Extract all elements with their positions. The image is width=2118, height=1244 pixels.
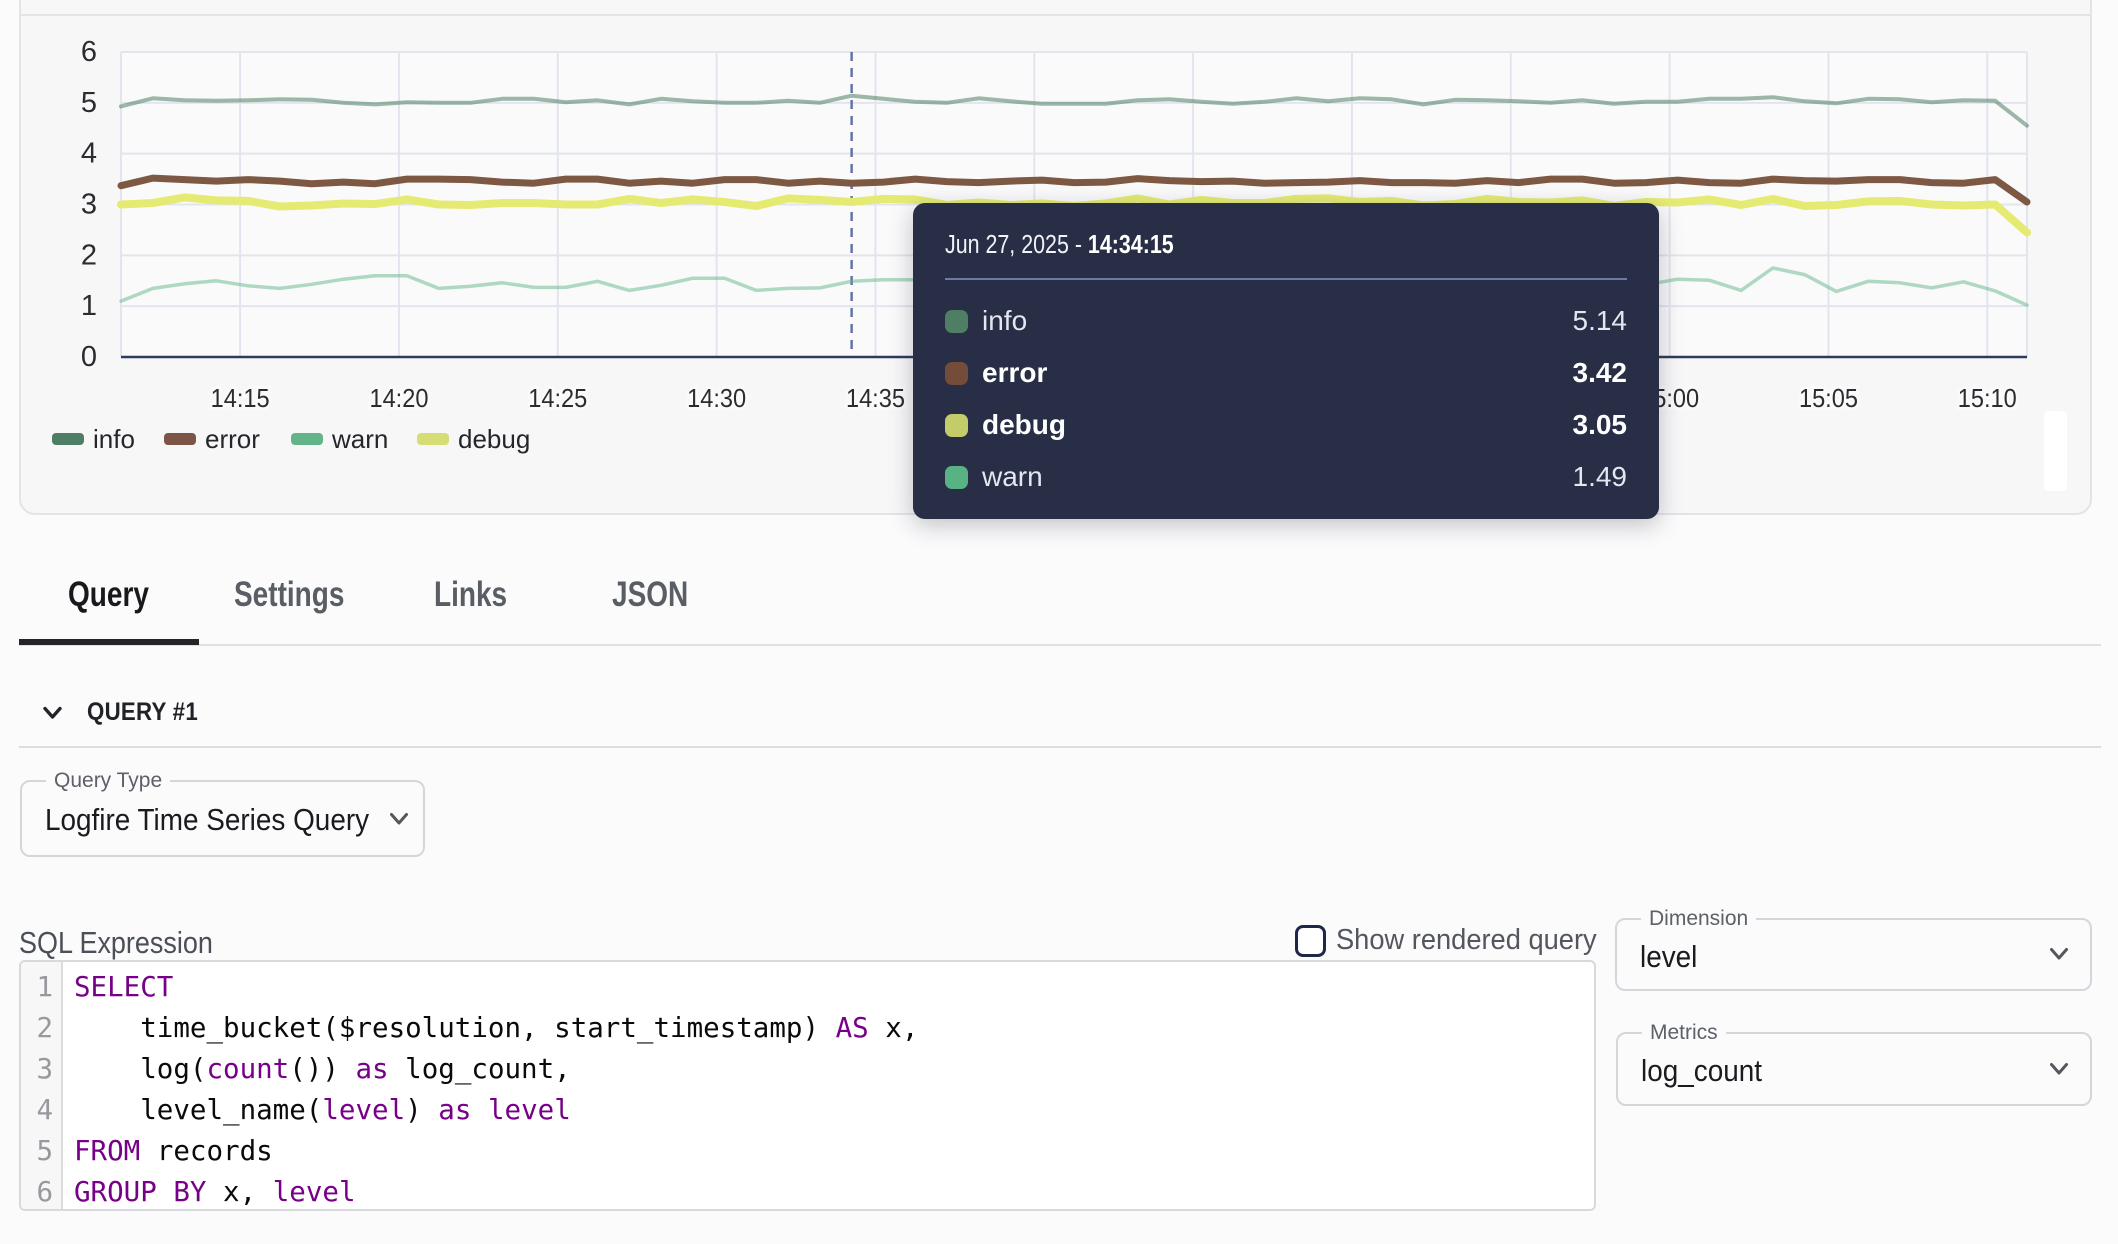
tooltip-timestamp: Jun 27, 2025 - 14:34:15	[945, 231, 1518, 260]
tab-json[interactable]: JSON	[612, 575, 688, 615]
editor-code[interactable]: SELECT time_bucket($resolution, start_ti…	[63, 962, 918, 1209]
show-rendered-query-label: Show rendered query	[1336, 924, 1597, 957]
y-axis-tick-label: 1	[81, 290, 97, 322]
legend-item-warn[interactable]: warn	[291, 426, 388, 452]
legend-item-info[interactable]: info	[52, 426, 135, 452]
x-axis-tick-label: 14:15	[211, 383, 270, 413]
code-line: SELECT	[74, 967, 918, 1008]
tooltip-row-info: info 5.14	[945, 295, 1627, 347]
line-number: 5	[21, 1131, 53, 1172]
metrics-label: Metrics	[1642, 1022, 1726, 1044]
sql-code-editor[interactable]: 123456 SELECT time_bucket($resolution, s…	[19, 960, 1596, 1211]
tooltip-series-name: debug	[982, 409, 1066, 441]
dimension-value: level	[1640, 939, 1697, 975]
dimension-select[interactable]: Dimension level	[1615, 918, 2092, 991]
line-number: 6	[21, 1172, 53, 1211]
dimension-label: Dimension	[1641, 908, 1756, 930]
tab-links[interactable]: Links	[434, 575, 507, 615]
legend-swatch-debug	[417, 433, 449, 445]
y-axis-tick-label: 0	[81, 341, 97, 373]
panel-tabs: Query Settings Links JSON	[0, 575, 2118, 646]
query-section-divider	[19, 746, 2101, 748]
line-number: 4	[21, 1090, 53, 1131]
tooltip-swatch-error	[945, 362, 968, 385]
legend-label: info	[93, 426, 135, 452]
tooltip-swatch-info	[945, 310, 968, 333]
query-type-label: Query Type	[46, 770, 170, 792]
tooltip-row-debug: debug 3.05	[945, 399, 1627, 451]
metrics-select[interactable]: Metrics log_count	[1616, 1032, 2092, 1106]
legend-item-error[interactable]: error	[164, 426, 260, 452]
legend-label: error	[205, 426, 260, 452]
y-axis-tick-label: 6	[81, 36, 97, 68]
x-axis-tick-label: 14:25	[528, 383, 587, 413]
panel-scrollbar-thumb[interactable]	[2044, 411, 2067, 491]
y-axis-tick-label: 5	[81, 87, 97, 119]
code-line: time_bucket($resolution, start_timestamp…	[74, 1008, 918, 1049]
show-rendered-query-control: Show rendered query	[1295, 924, 1613, 957]
tooltip-series-name: warn	[982, 461, 1043, 493]
line-number: 2	[21, 1008, 53, 1049]
query-type-value: Logfire Time Series Query	[45, 802, 369, 838]
x-axis-tick-label: 14:35	[846, 383, 905, 413]
tooltip-swatch-debug	[945, 414, 968, 437]
x-axis-tick-label: 14:30	[687, 383, 746, 413]
active-tab-indicator	[19, 639, 199, 645]
tab-query[interactable]: Query	[68, 575, 149, 615]
x-axis-tick-label: 15:10	[1958, 383, 2017, 413]
legend-swatch-info	[52, 433, 84, 445]
chevron-down-icon	[389, 812, 409, 826]
tooltip-divider	[945, 278, 1627, 280]
legend-swatch-warn	[291, 433, 323, 445]
metrics-value: log_count	[1641, 1053, 1762, 1089]
query-type-select[interactable]: Query Type Logfire Time Series Query	[20, 780, 425, 857]
code-line: level_name(level) as level	[74, 1090, 918, 1131]
chevron-down-icon	[2049, 947, 2069, 961]
legend-label: debug	[458, 426, 530, 452]
tooltip-series-name: error	[982, 357, 1047, 389]
sql-expression-label: SQL Expression	[19, 925, 213, 961]
line-number: 1	[21, 967, 53, 1008]
y-axis-tick-label: 2	[81, 239, 97, 271]
tab-settings[interactable]: Settings	[234, 575, 344, 615]
code-line: GROUP BY x, level	[74, 1172, 918, 1211]
legend-item-debug[interactable]: debug	[417, 426, 530, 452]
tooltip-time: 14:34:15	[1088, 231, 1174, 259]
tooltip-series-value: 3.42	[1573, 357, 1628, 389]
query-section-header[interactable]: QUERY #1	[43, 698, 212, 727]
tooltip-swatch-warn	[945, 466, 968, 489]
line-number: 3	[21, 1049, 53, 1090]
y-axis-tick-label: 4	[81, 138, 97, 170]
chart-tooltip: Jun 27, 2025 - 14:34:15 info 5.14 error 3.4…	[913, 203, 1659, 519]
collapse-chevron-icon[interactable]	[43, 706, 62, 720]
x-axis-tick-label: 15:05	[1799, 383, 1858, 413]
code-line: FROM records	[74, 1131, 918, 1172]
tooltip-series-value: 3.05	[1573, 409, 1628, 441]
legend-swatch-error	[164, 433, 196, 445]
y-axis-tick-label: 3	[81, 189, 97, 221]
tooltip-series-value: 1.49	[1573, 461, 1628, 493]
tooltip-row-warn: warn 1.49	[945, 451, 1627, 503]
legend-label: warn	[332, 426, 388, 452]
tooltip-row-error: error 3.42	[945, 347, 1627, 399]
code-line: log(count()) as log_count,	[74, 1049, 918, 1090]
show-rendered-query-checkbox[interactable]	[1295, 925, 1326, 957]
tabs-divider	[19, 644, 2101, 646]
tooltip-series-value: 5.14	[1573, 305, 1628, 337]
chevron-down-icon	[2049, 1062, 2069, 1076]
editor-line-numbers: 123456	[21, 962, 63, 1209]
tooltip-series-name: info	[982, 305, 1027, 337]
x-axis-tick-label: 14:20	[369, 383, 428, 413]
tooltip-date: Jun 27, 2025 -	[945, 231, 1088, 259]
query-section-title: QUERY #1	[87, 698, 198, 727]
